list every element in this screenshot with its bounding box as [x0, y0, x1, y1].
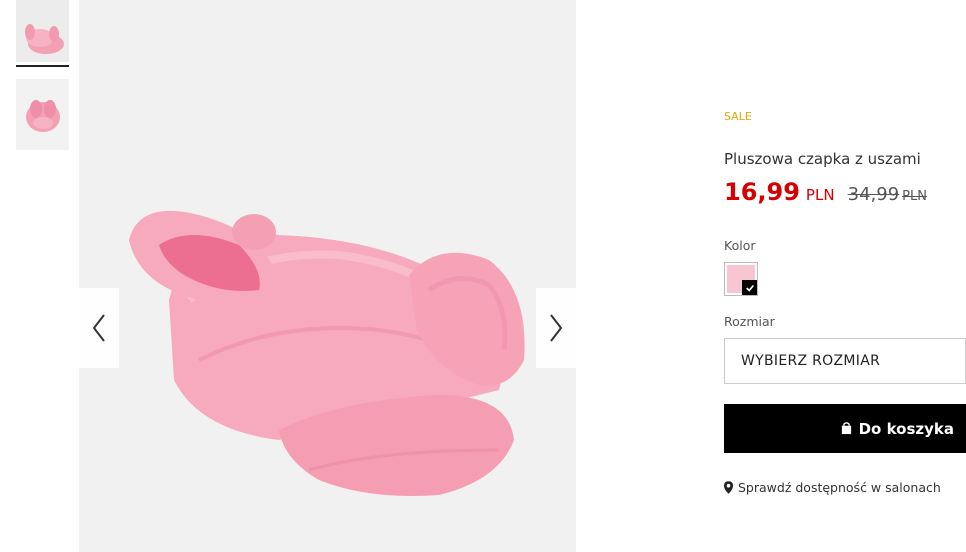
thumbnail-2-image	[16, 79, 69, 150]
color-swatch-pink[interactable]	[724, 262, 758, 296]
prev-image-button[interactable]	[79, 288, 119, 368]
map-pin-icon	[724, 481, 733, 494]
sale-badge: SALE	[724, 110, 752, 123]
old-price: 34,99	[847, 184, 900, 205]
size-select[interactable]: WYBIERZ ROZMIAR	[724, 338, 966, 384]
thumbnail-1[interactable]	[16, 0, 69, 62]
shopping-bag-icon	[840, 422, 853, 435]
product-title: Pluszowa czapka z uszami	[724, 150, 921, 168]
current-price-currency: PLN	[805, 186, 835, 204]
chevron-right-icon	[550, 314, 563, 342]
price-row: 16,99 PLN 34,99 PLN	[724, 178, 927, 206]
checkmark-icon	[742, 280, 757, 295]
thumbnail-2[interactable]	[16, 79, 69, 150]
thumbnail-selected-indicator	[16, 65, 69, 67]
current-price: 16,99	[724, 178, 800, 206]
check-availability-link[interactable]: Sprawdź dostępność w salonach	[724, 480, 941, 495]
main-product-image	[79, 0, 576, 552]
next-image-button[interactable]	[536, 288, 576, 368]
check-availability-label: Sprawdź dostępność w salonach	[738, 480, 941, 495]
add-to-cart-button[interactable]: Do koszyka	[724, 404, 966, 453]
add-to-cart-label: Do koszyka	[858, 419, 954, 438]
thumbnail-1-image	[16, 0, 69, 62]
color-label: Kolor	[724, 238, 756, 253]
old-price-currency: PLN	[902, 189, 927, 204]
size-label: Rozmiar	[724, 314, 775, 329]
fluffy-pink-cap-image	[79, 0, 576, 552]
size-select-value: WYBIERZ ROZMIAR	[741, 353, 881, 369]
chevron-left-icon	[92, 314, 105, 342]
